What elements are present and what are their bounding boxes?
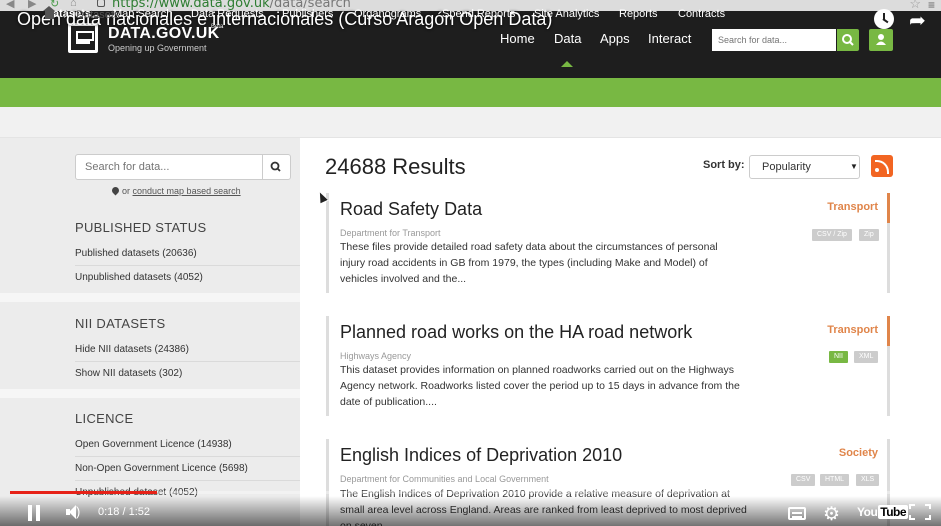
watch-later-icon[interactable] [874,9,894,29]
breadcrumb-separator: / [64,9,68,21]
map-pin-icon [110,185,121,196]
site-logo-subtitle: Opening up Government [108,43,207,53]
volume-waves-icon: ) [76,504,81,519]
filter-non-open-government-licence[interactable]: Non-Open Government Licence (5698) [75,463,248,474]
user-account-button[interactable] [869,29,893,51]
gnav-contracts[interactable]: Contracts [678,8,725,20]
format-badge: NII [829,351,848,363]
browser-menu-icon[interactable]: ≡ [928,0,935,11]
header-search-input[interactable] [712,29,836,51]
result-publisher[interactable]: Department for Communities and Local Gov… [340,474,549,484]
format-badge: Zip [859,229,879,241]
heading-nii-datasets: NII DATASETS [75,316,166,331]
gnav-reports[interactable]: Reports [619,8,658,20]
result-card: Planned road works on the HA road networ… [326,316,890,416]
video-time: 0:18 / 1:52 [98,506,150,518]
result-publisher[interactable]: Department for Transport [340,228,441,238]
result-title[interactable]: English Indices of Deprivation 2010 [340,445,622,466]
format-badge: HTML [820,474,850,486]
rss-feed-icon[interactable] [871,155,893,177]
sort-label: Sort by: [703,159,745,171]
chevron-down-icon: ▼ [850,162,858,171]
youtube-logo[interactable]: You Tube [857,505,909,519]
sidebar-search-input[interactable] [75,154,263,180]
heading-published-status: PUBLISHED STATUS [75,220,207,235]
divider [75,361,300,362]
active-nav-caret [561,61,573,67]
result-description: This dataset provides information on pla… [340,364,740,408]
sidebar-search-button[interactable] [262,154,291,180]
share-icon[interactable]: ➦ [909,8,926,33]
back-icon[interactable]: ◀ [6,0,14,10]
volume-icon[interactable] [66,505,76,519]
divider [75,456,300,457]
heading-licence: LICENCE [75,411,134,426]
gnav-data-requests[interactable]: Data Requests [191,8,264,20]
format-badge: XML [854,351,879,363]
user-icon [876,34,886,45]
filter-published-datasets[interactable]: Published datasets (20636) [75,248,197,259]
section-gap [0,389,300,398]
pause-icon[interactable] [27,505,41,521]
map-search-hint: or conduct map based search [110,185,241,196]
topnav-data[interactable]: Data [554,31,581,46]
filter-unpublished-datasets[interactable]: Unpublished datasets (4052) [75,272,203,283]
gnav-site-analytics[interactable]: Site Analytics [534,8,599,20]
gear-icon[interactable]: ⚙ [823,503,840,526]
breadcrumb-current[interactable]: Datasets [76,9,119,21]
sort-select[interactable]: Popularity [749,155,860,179]
divider [75,265,300,266]
topic-accent-bar [887,193,890,223]
gnav-organograms[interactable]: Organograms [354,8,421,20]
breadcrumb [0,107,941,138]
topnav-apps[interactable]: Apps [600,31,630,46]
filter-open-government-licence[interactable]: Open Government Licence (14938) [75,439,232,450]
video-progress-fill[interactable] [10,491,158,494]
filter-hide-nii[interactable]: Hide NII datasets (24386) [75,344,189,355]
topic-accent-bar [887,439,890,469]
section-gap [0,293,300,302]
result-title[interactable]: Planned road works on the HA road networ… [340,322,692,343]
search-icon [842,34,854,46]
fullscreen-icon[interactable] [909,504,931,520]
format-badge: CSV / Zip [812,229,852,241]
gnav-map-search[interactable]: Map Search [113,8,172,20]
home-icon[interactable] [43,6,55,19]
header-search-button[interactable] [837,29,859,51]
filter-show-nii[interactable]: Show NII datasets (302) [75,368,182,379]
result-publisher[interactable]: Highways Agency [340,351,411,361]
search-icon [270,161,281,172]
format-badge: CSV [791,474,816,486]
result-topic[interactable]: Society [839,447,878,459]
results-count: 24688 Results [325,154,466,179]
gnav-publishers[interactable]: Publishers [282,8,333,20]
result-title[interactable]: Road Safety Data [340,199,482,220]
result-description: These files provide detailed road safety… [340,241,718,285]
captions-icon[interactable] [788,507,806,520]
datasets-nav-bar [0,78,941,107]
result-card: Road Safety Data Department for Transpor… [326,193,890,293]
result-topic[interactable]: Transport [827,201,878,213]
gnav-spend-reports[interactable]: Spend Reports [442,8,515,20]
lock-icon [97,0,105,7]
topnav-home[interactable]: Home [500,31,535,46]
divider [75,480,300,481]
map-search-link[interactable]: conduct map based search [133,186,241,196]
topic-accent-bar [887,316,890,346]
result-topic[interactable]: Transport [827,324,878,336]
topnav-interact[interactable]: Interact [648,31,691,46]
format-badge: XLS [856,474,880,486]
